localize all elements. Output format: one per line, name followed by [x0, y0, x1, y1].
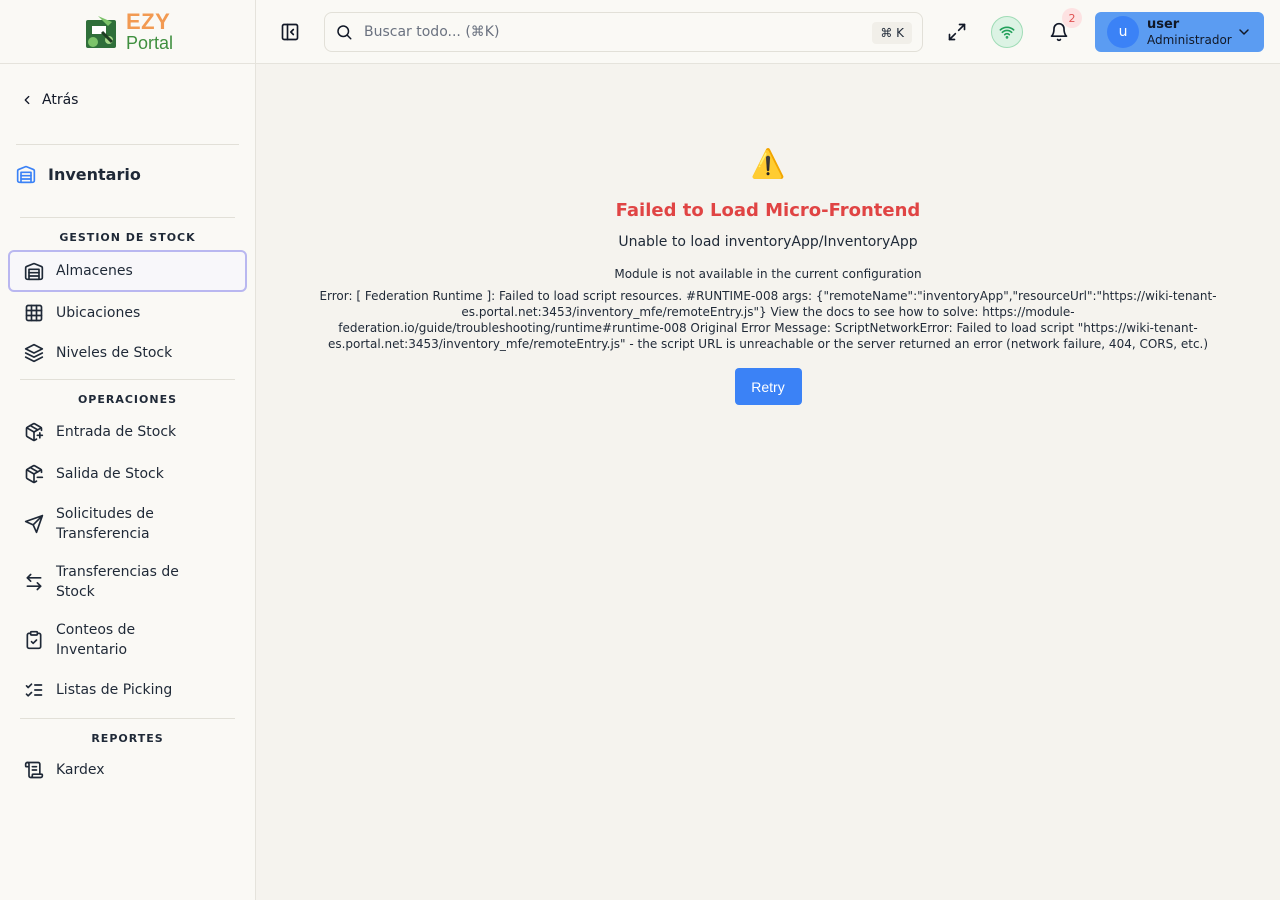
divider — [16, 144, 239, 145]
package-plus-icon — [25, 422, 44, 442]
send-icon — [24, 514, 44, 534]
sidebar-item-conteos-inventario[interactable]: Conteos de Inventario — [8, 619, 247, 661]
user-role: Administrador — [1147, 32, 1232, 47]
sidebar-item-transferencias-stock[interactable]: Transferencias de Stock — [8, 561, 247, 603]
sidebar-item-solicitudes-transferencia[interactable]: Solicitudes de Transferencia — [8, 503, 247, 545]
sidebar-item-label: Niveles de Stock — [56, 345, 173, 361]
logo-mark-icon — [85, 15, 116, 48]
fullscreen-button[interactable] — [941, 16, 973, 48]
sidebar-item-label: Transferencias de Stock — [56, 564, 179, 600]
arrows-left-right-icon — [26, 573, 42, 591]
sidebar-item-salida-stock[interactable]: Salida de Stock — [8, 463, 247, 485]
section-title-reportes: REPORTES — [91, 732, 164, 745]
sidebar-item-ubicaciones[interactable]: Ubicaciones — [8, 302, 247, 324]
error-module-message: Module is not available in the current c… — [614, 267, 922, 281]
user-menu-button[interactable]: u user Administrador — [1095, 12, 1264, 52]
package-minus-icon — [25, 464, 44, 484]
warning-icon: ⚠️ — [750, 147, 786, 180]
brand-line1: EZY — [125, 9, 171, 34]
section-title-stock: GESTION DE STOCK — [59, 231, 196, 244]
list-checks-icon — [25, 683, 43, 697]
sidebar-item-kardex[interactable]: Kardex — [8, 759, 247, 781]
main-content: ⚠️ Failed to Load Micro-Frontend Unable … — [256, 64, 1280, 900]
section-title-operaciones: OPERACIONES — [77, 393, 178, 406]
notifications-badge: 2 — [1062, 8, 1082, 28]
sidebar-item-label: Conteos de Inventario — [56, 622, 136, 658]
scroll-icon — [24, 761, 44, 779]
brand-line2: Portal — [125, 33, 174, 53]
search-shortcut-hint: ⌘ K — [872, 22, 912, 44]
divider — [20, 718, 235, 719]
search-placeholder: Buscar todo... (⌘K) — [364, 24, 500, 40]
connection-status-button[interactable] — [991, 16, 1023, 48]
sidebar-item-label: Solicitudes de Transferencia — [56, 506, 154, 542]
brand-logo[interactable]: EZY Portal — [82, 11, 173, 52]
sidebar-item-label: Entrada de Stock — [56, 424, 177, 440]
sidebar-item-label: Ubicaciones — [56, 305, 141, 321]
sidebar-item-label: Almacenes — [56, 263, 133, 279]
error-subtitle: Unable to load inventoryApp/InventoryApp — [618, 234, 918, 250]
panel-left-close-icon — [281, 23, 299, 41]
chevron-left-icon — [24, 95, 30, 105]
error-title: Failed to Load Micro-Frontend — [615, 200, 921, 221]
sidebar-item-label: Listas de Picking — [56, 682, 173, 698]
retry-button[interactable]: Retry — [734, 368, 802, 405]
sidebar-item-label: Salida de Stock — [56, 466, 164, 482]
sidebar-item-entrada-stock[interactable]: Entrada de Stock — [8, 421, 247, 443]
sidebar-item-almacenes[interactable]: Almacenes — [8, 250, 247, 292]
back-link[interactable]: Atrás — [20, 92, 78, 108]
sidebar-item-label: Kardex — [56, 762, 105, 778]
warehouse-icon — [24, 262, 44, 281]
clipboard-check-icon — [26, 630, 42, 650]
wifi-icon — [999, 26, 1015, 39]
back-label: Atrás — [42, 92, 79, 108]
layers-icon — [24, 343, 44, 363]
grid-icon — [25, 304, 43, 322]
module-header: Inventario — [16, 164, 141, 184]
search-input[interactable]: Buscar todo... (⌘K) ⌘ K — [324, 12, 923, 52]
chevron-down-icon — [1239, 29, 1249, 35]
error-panel: ⚠️ Failed to Load Micro-Frontend Unable … — [280, 149, 1256, 405]
expand-icon — [948, 23, 966, 41]
logo-area: EZY Portal — [0, 0, 255, 64]
sidebar-toggle-button[interactable] — [278, 20, 302, 44]
divider — [20, 379, 235, 380]
divider — [20, 217, 235, 218]
search-icon — [337, 25, 352, 40]
error-details: Error: [ Federation Runtime ]: Failed to… — [319, 289, 1217, 351]
sidebar: EZY Portal Atrás Inventario GESTION DE S… — [0, 0, 256, 900]
user-name: user — [1147, 17, 1180, 32]
top-header: Buscar todo... (⌘K) ⌘ K 2 u user Adminis… — [256, 0, 1280, 64]
avatar: u — [1107, 16, 1139, 48]
sidebar-item-niveles-stock[interactable]: Niveles de Stock — [8, 342, 247, 364]
sidebar-item-listas-picking[interactable]: Listas de Picking — [8, 679, 247, 701]
warehouse-icon — [16, 165, 36, 184]
module-title: Inventario — [48, 164, 141, 184]
